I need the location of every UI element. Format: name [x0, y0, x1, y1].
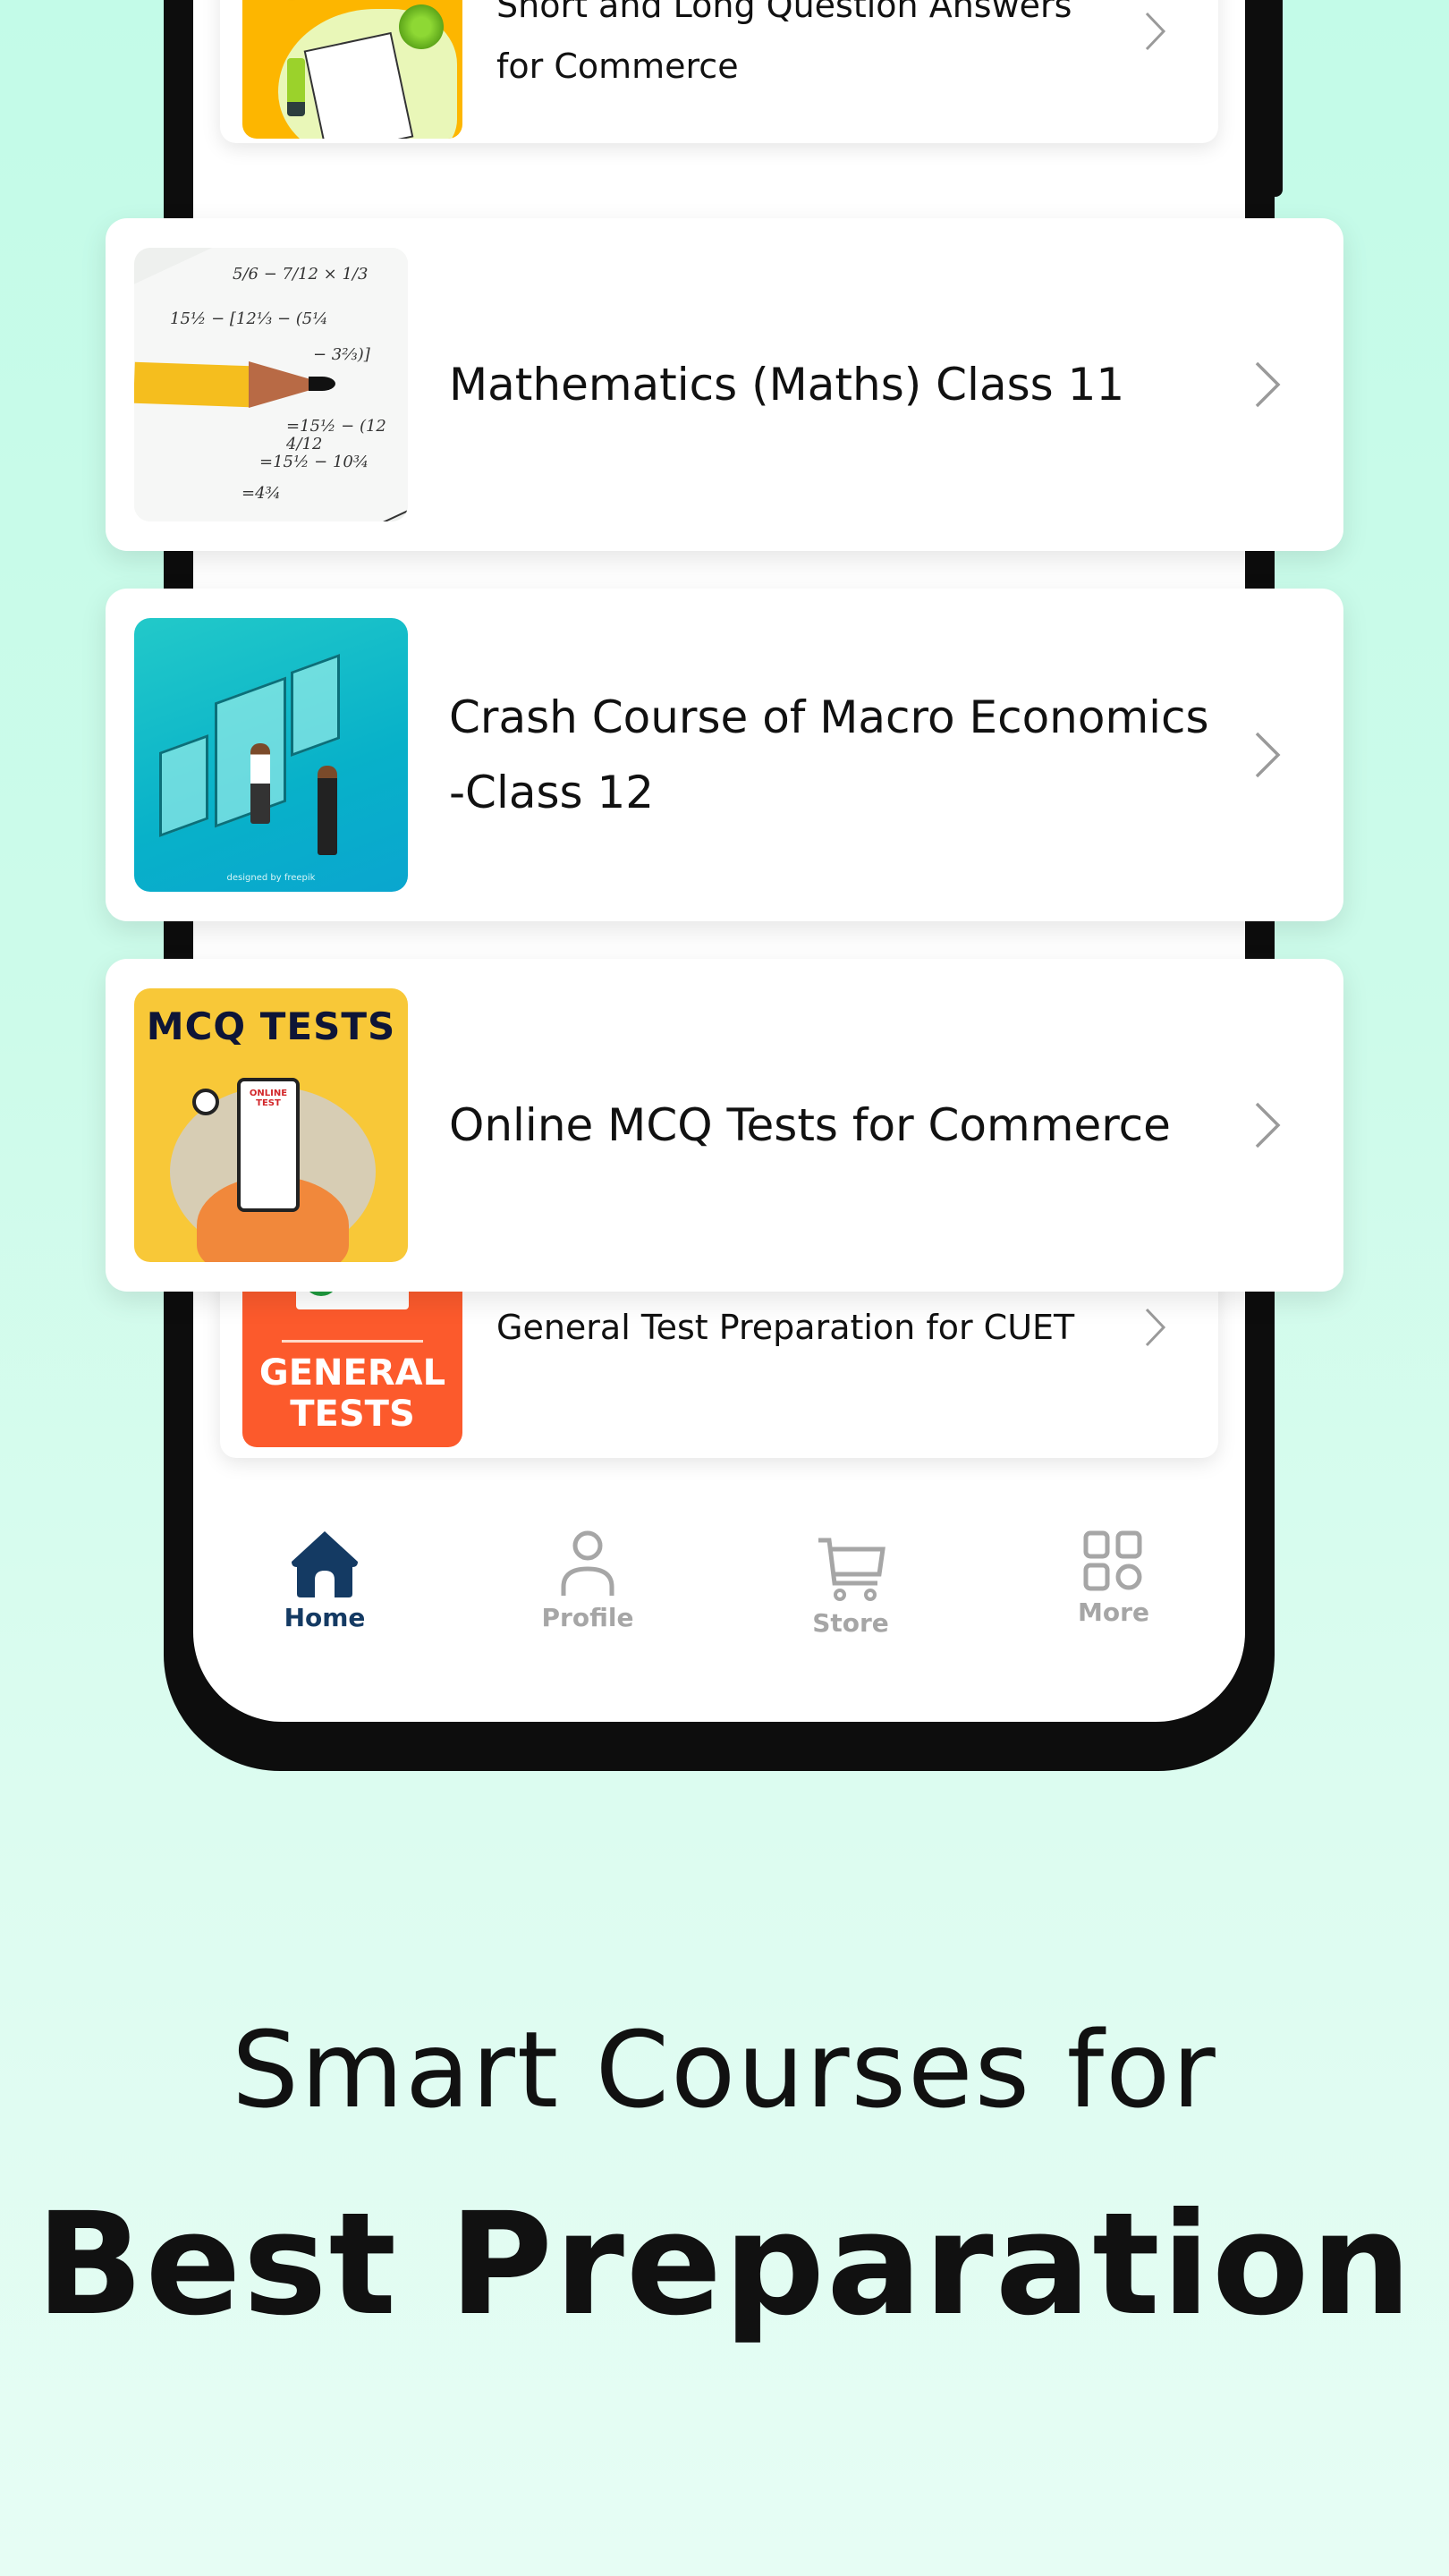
math-formula: =4¾	[242, 484, 281, 503]
course-thumbnail: ONLINE TEST MCQ TESTS	[134, 988, 408, 1262]
marketing-headline-emphasis: Best Preparation	[35, 2182, 1414, 2347]
course-thumbnail: designed by freepik	[134, 618, 408, 892]
highlighter-illustration	[287, 58, 305, 116]
nav-home[interactable]: Home	[193, 1503, 456, 1682]
course-card-maths[interactable]: 5/6 − 7/12 × 1/3 15½ − [12⅓ − (5¼ − 3⅔)]…	[106, 218, 1343, 551]
course-title: Mathematics (Maths) Class 11	[449, 359, 1125, 411]
person-illustration	[318, 766, 337, 855]
math-formula: 5/6 − 7/12 × 1/3	[233, 265, 369, 284]
cart-icon	[818, 1538, 886, 1601]
course-card-short-long[interactable]: Short & Long Questions Short and Long Qu…	[220, 0, 1218, 143]
thumbnail-caption: MCQ TESTS	[146, 1004, 396, 1048]
math-formula: =15½ − (12 4/12	[286, 417, 386, 453]
nav-label: More	[1078, 1597, 1149, 1627]
thumbnail-caption: Short & Long Questions	[242, 0, 462, 3]
course-title: Short and Long Question Answers for Comm…	[496, 0, 1072, 86]
phone-side-button	[1270, 0, 1283, 197]
nav-store[interactable]: Store	[719, 1503, 982, 1682]
nav-label: Profile	[541, 1603, 634, 1632]
divider	[282, 1340, 423, 1343]
pencil-illustration	[134, 361, 251, 408]
course-card-macro-economics[interactable]: designed by freepik Crash Course of Macr…	[106, 589, 1343, 921]
home-icon	[292, 1531, 358, 1597]
person-illustration	[250, 743, 270, 824]
clock-illustration	[192, 1089, 219, 1115]
profile-icon	[561, 1530, 614, 1596]
phone-illustration-text: ONLINE TEST	[249, 1089, 288, 1108]
nav-label: Home	[284, 1603, 366, 1632]
chevron-right-icon[interactable]	[1129, 11, 1182, 52]
course-title: Online MCQ Tests for Commerce	[449, 1099, 1171, 1151]
board-illustration	[159, 733, 208, 838]
bottom-navigation: Home Profile Store More	[193, 1503, 1245, 1682]
course-thumbnail: 5/6 − 7/12 × 1/3 15½ − [12⅓ − (5¼ − 3⅔)]…	[134, 248, 408, 521]
board-illustration	[291, 653, 340, 758]
nav-profile[interactable]: Profile	[456, 1503, 719, 1682]
math-formula: 15½ − [12⅓ − (5¼	[170, 309, 328, 328]
phone-illustration: ONLINE TEST	[237, 1078, 300, 1212]
nav-more[interactable]: More	[982, 1503, 1245, 1682]
course-title: Crash Course of Macro Economics -Class 1…	[449, 691, 1209, 818]
course-thumbnail: Short & Long Questions	[242, 0, 462, 139]
chevron-right-icon[interactable]	[1129, 1307, 1182, 1348]
marketing-headline: Smart Courses for	[232, 2008, 1217, 2131]
chevron-right-icon[interactable]	[1236, 360, 1299, 410]
nav-label: Store	[812, 1608, 889, 1638]
plant-illustration	[399, 4, 444, 49]
pencil-lead	[309, 377, 335, 391]
course-card-mcq-tests[interactable]: ONLINE TEST MCQ TESTS Online MCQ Tests f…	[106, 959, 1343, 1292]
math-formula: =15½ − 10¾	[259, 453, 369, 471]
image-credit: designed by freepik	[226, 873, 316, 883]
thumbnail-caption: GENERAL TESTS	[258, 1352, 446, 1435]
grid-icon	[1083, 1530, 1142, 1591]
chevron-right-icon[interactable]	[1236, 730, 1299, 780]
course-title: General Test Preparation for CUET	[496, 1308, 1075, 1347]
chevron-right-icon[interactable]	[1236, 1100, 1299, 1150]
